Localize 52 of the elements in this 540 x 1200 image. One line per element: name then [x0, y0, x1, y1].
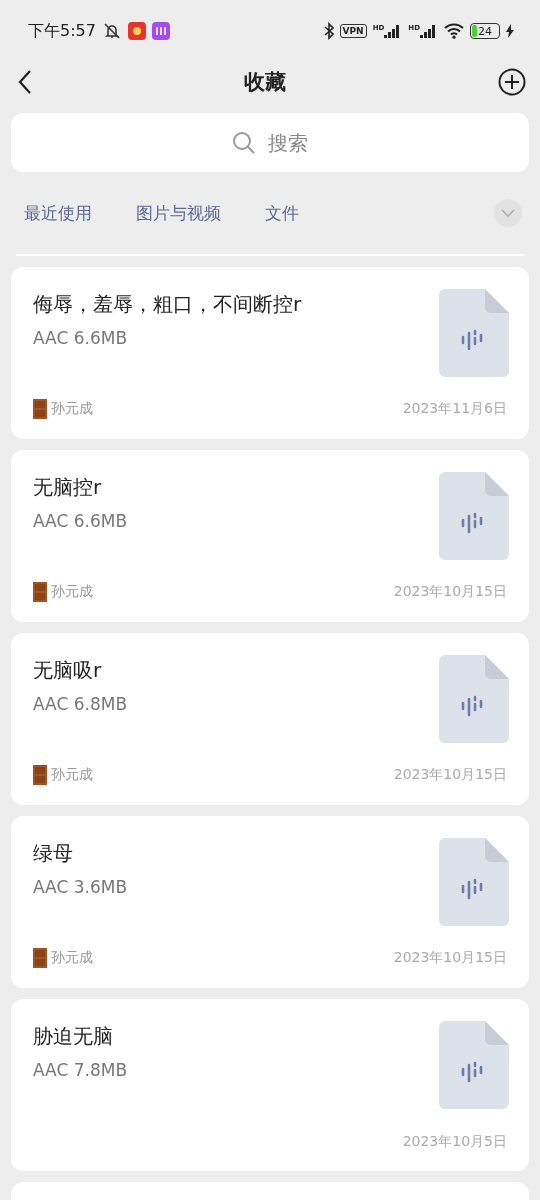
app-icon [127, 22, 146, 40]
source-name: 孙元成 [51, 949, 93, 967]
door-icon [33, 765, 47, 785]
file-card[interactable]: 绿母 AAC 3.6MB 孙元成 2023年10月15日 [11, 816, 529, 988]
source-name: 孙元成 [51, 583, 93, 601]
chevron-down-icon [501, 209, 515, 217]
app-icon [151, 22, 170, 40]
wifi-icon [444, 23, 464, 39]
file-meta: AAC 6.6MB [33, 511, 128, 531]
door-icon [33, 399, 47, 419]
signal-icon [420, 24, 438, 38]
audio-file-icon [439, 289, 509, 377]
file-meta: AAC 3.6MB [33, 877, 128, 897]
add-button[interactable] [498, 68, 526, 96]
charging-icon [506, 24, 514, 38]
page-title: 收藏 [244, 69, 286, 96]
file-title: 胁迫无脑 [33, 1023, 114, 1050]
source-name: 孙元成 [51, 400, 93, 418]
audio-file-icon [439, 655, 509, 743]
file-date: 2023年10月15日 [393, 766, 507, 784]
search-field[interactable]: 搜索 [11, 113, 529, 172]
file-meta: AAC 6.8MB [33, 694, 128, 714]
source-name: 孙元成 [51, 766, 93, 784]
bluetooth-icon [323, 22, 334, 40]
battery-indicator: 24 [470, 23, 500, 39]
audio-file-icon [439, 472, 509, 560]
file-date: 2023年10月15日 [393, 583, 507, 601]
file-title: 绿母 [33, 840, 74, 867]
file-date: 2023年10月5日 [402, 1133, 507, 1151]
status-time: 下午5:57 [28, 20, 96, 42]
audio-file-icon [439, 838, 509, 926]
vpn-indicator: VPN [339, 24, 367, 38]
file-meta: AAC 7.8MB [33, 1060, 128, 1080]
mute-icon [101, 22, 122, 40]
file-date: 2023年10月15日 [393, 949, 507, 967]
category-tab[interactable]: 图片与视频 [136, 201, 221, 225]
audio-file-icon [439, 1021, 509, 1109]
file-card[interactable]: 侮辱，羞辱，粗口，不间断控r AAC 6.6MB 孙元成 2023年11月6日 [11, 267, 529, 439]
door-icon [33, 582, 47, 602]
search-icon [232, 131, 256, 155]
file-card[interactable]: 无脑控r AAC 6.6MB 孙元成 2023年10月15日 [11, 450, 529, 622]
file-title: 侮辱，羞辱，粗口，不间断控r [33, 291, 302, 318]
back-button[interactable] [18, 69, 32, 95]
file-card[interactable]: 胁迫无脑 AAC 7.8MB 2023年10月5日 [11, 999, 529, 1171]
file-date: 2023年11月6日 [402, 400, 507, 418]
file-title: 无脑控r [33, 474, 103, 501]
category-tab[interactable]: 最近使用 [24, 201, 92, 225]
file-card[interactable]: 无脑吸r AAC 6.8MB 孙元成 2023年10月15日 [11, 633, 529, 805]
door-icon [33, 948, 47, 968]
file-title: 无脑吸r [33, 657, 103, 684]
file-meta: AAC 6.6MB [33, 328, 129, 348]
category-tab[interactable]: 文件 [265, 201, 299, 225]
